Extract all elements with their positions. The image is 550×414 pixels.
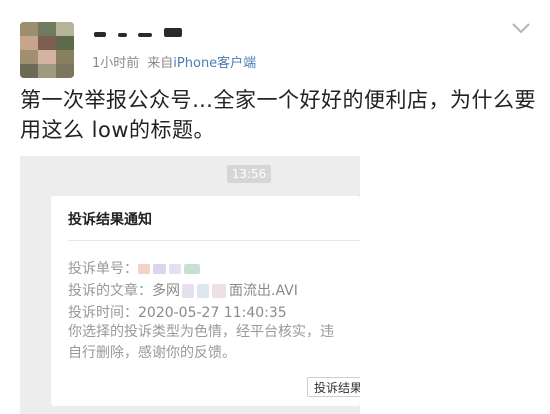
complaint-time-row: 投诉时间：2020-05-27 11:40:35 xyxy=(68,304,287,322)
complaint-article-suffix: 面流出.AVI xyxy=(229,283,298,299)
post-text: 第一次举报公众号…全家一个好好的便利店，为什么要用这么 low的标题。 xyxy=(20,88,536,142)
chevron-down-icon[interactable] xyxy=(510,20,532,36)
avatar-mosaic-tile xyxy=(20,64,38,78)
post-time: 1小时前 xyxy=(92,55,140,71)
source-link[interactable]: iPhone客户端 xyxy=(173,52,256,71)
card-title: 投诉结果通知 xyxy=(68,212,152,228)
avatar-mosaic-tile xyxy=(38,22,56,36)
card-divider xyxy=(68,240,360,241)
avatar-mosaic-tile xyxy=(20,22,38,36)
blurred-text xyxy=(212,284,226,298)
complaint-result-button[interactable]: 投诉结果 xyxy=(307,377,360,397)
blurred-text xyxy=(182,284,194,298)
avatar-mosaic-tile xyxy=(56,50,74,64)
avatar-mosaic-tile xyxy=(56,36,74,50)
avatar-mosaic-tile xyxy=(56,64,74,78)
blurred-text xyxy=(169,264,181,274)
complaint-number-row: 投诉单号： xyxy=(68,260,203,278)
avatar-mosaic-tile xyxy=(38,64,56,78)
blurred-text xyxy=(184,264,200,274)
chat-timestamp: 13:56 xyxy=(227,165,271,183)
blurred-text xyxy=(153,264,166,274)
complaint-number-label: 投诉单号： xyxy=(68,261,138,277)
complaint-time-value: 2020-05-27 11:40:35 xyxy=(138,305,287,321)
blurred-text xyxy=(138,264,150,274)
post-meta: 1小时前 来自 iPhone客户端 xyxy=(92,52,256,71)
redaction-mark xyxy=(118,33,127,37)
avatar-mosaic-tile xyxy=(38,50,56,64)
avatar-mosaic-tile xyxy=(20,50,38,64)
avatar-mosaic-tile xyxy=(20,36,38,50)
redaction-mark xyxy=(138,33,152,37)
redaction-mark xyxy=(94,32,106,37)
complaint-time-label: 投诉时间： xyxy=(68,305,138,321)
avatar-mosaic-tile xyxy=(56,22,74,36)
complaint-result-card[interactable]: 投诉结果通知 投诉单号： 投诉的文章：多网 面流出.AVI 投诉时间：2020-0… xyxy=(51,196,360,406)
redaction-mark xyxy=(164,28,182,37)
complaint-description-line: 自行删除，感谢你的反馈。 xyxy=(68,345,236,361)
blurred-text xyxy=(197,284,209,298)
complaint-article-label: 投诉的文章： xyxy=(68,283,152,299)
source-prefix: 来自 xyxy=(147,55,174,71)
weibo-post: 1小时前 来自 iPhone客户端 第一次举报公众号…全家一个好好的便利店，为什么… xyxy=(0,0,550,414)
complaint-article-prefix: 多网 xyxy=(152,283,180,299)
complaint-description: 你选择的投诉类型为色情，经平台核实，违 自行删除，感谢你的反馈。 xyxy=(68,322,360,366)
embedded-screenshot: 13:56 投诉结果通知 投诉单号： 投诉的文章：多网 面流出.AVI 投诉时间：… xyxy=(20,156,360,414)
avatar-mosaic-tile xyxy=(38,36,56,50)
username-redacted[interactable] xyxy=(92,24,202,46)
complaint-article-row: 投诉的文章：多网 面流出.AVI xyxy=(68,282,298,300)
complaint-description-line: 你选择的投诉类型为色情，经平台核实，违 xyxy=(68,324,334,340)
avatar[interactable] xyxy=(20,22,74,78)
